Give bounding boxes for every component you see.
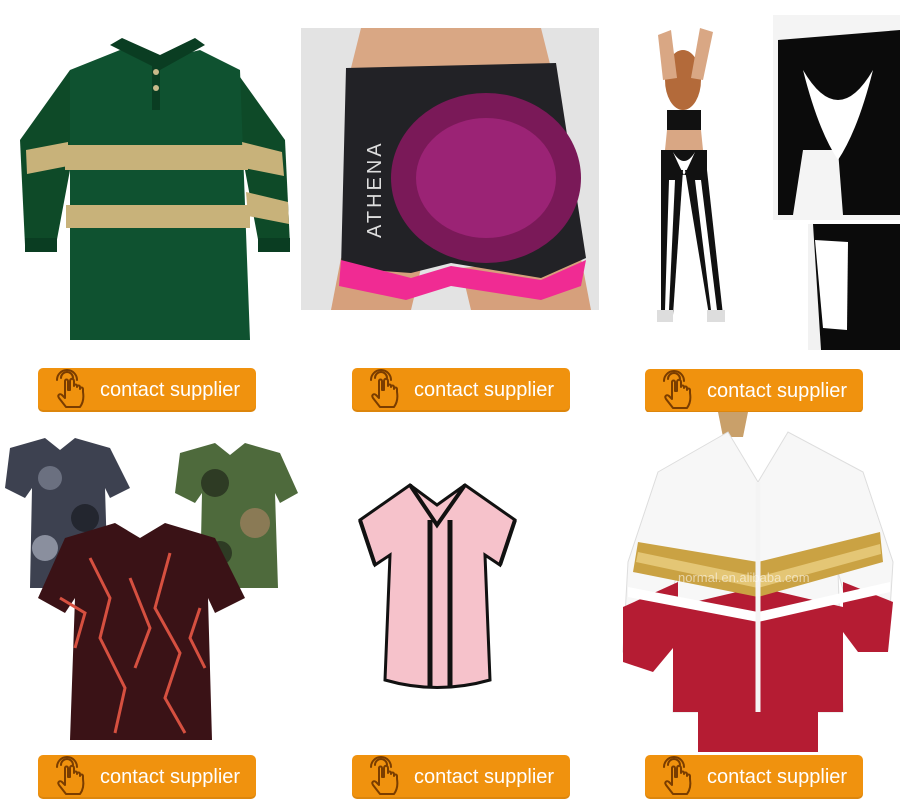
product-image-baseball-jersey[interactable] bbox=[350, 480, 525, 690]
contact-supplier-label: contact supplier bbox=[707, 765, 848, 788]
hand-pointer-icon bbox=[52, 368, 92, 412]
hand-pointer-icon bbox=[366, 755, 406, 799]
product-image-rugby-shirt[interactable] bbox=[10, 30, 300, 350]
contact-supplier-button[interactable]: contact supplier bbox=[352, 755, 570, 799]
product-image-camo-tshirts[interactable] bbox=[0, 438, 300, 740]
contact-supplier-label: contact supplier bbox=[100, 765, 241, 788]
hand-pointer-icon bbox=[52, 755, 92, 799]
contact-supplier-button[interactable]: contact supplier bbox=[38, 368, 256, 412]
contact-supplier-label: contact supplier bbox=[707, 379, 848, 402]
hand-pointer-icon bbox=[659, 755, 699, 799]
hand-pointer-icon bbox=[366, 368, 406, 412]
product-image-cheer-jacket[interactable]: normal.en.alibaba.com bbox=[618, 412, 900, 752]
contact-supplier-label: contact supplier bbox=[100, 378, 241, 401]
brand-text: ATHENA bbox=[364, 140, 386, 238]
contact-supplier-button[interactable]: contact supplier bbox=[645, 755, 863, 799]
contact-supplier-button[interactable]: contact supplier bbox=[352, 368, 570, 412]
contact-supplier-label: contact supplier bbox=[414, 378, 555, 401]
contact-supplier-button[interactable]: contact supplier bbox=[645, 369, 863, 413]
contact-supplier-label: contact supplier bbox=[414, 765, 555, 788]
contact-supplier-button[interactable]: contact supplier bbox=[38, 755, 256, 799]
watermark-text: normal.en.alibaba.com bbox=[678, 570, 810, 585]
product-image-athena-shorts[interactable]: ATHENA bbox=[301, 28, 599, 310]
product-image-heart-leggings[interactable] bbox=[603, 10, 900, 350]
hand-pointer-icon bbox=[659, 369, 699, 413]
